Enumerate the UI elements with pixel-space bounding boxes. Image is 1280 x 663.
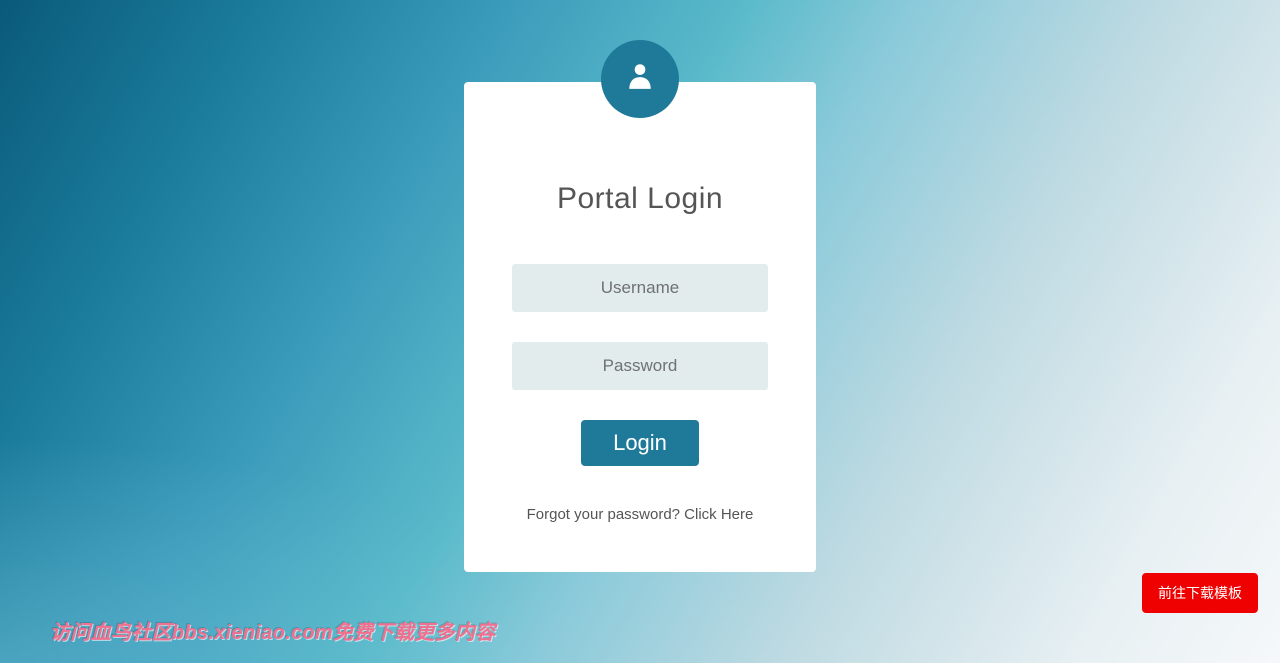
password-row [488, 342, 792, 390]
login-button[interactable]: Login [581, 420, 699, 466]
user-icon [627, 61, 653, 96]
page-title: Portal Login [488, 182, 792, 216]
download-template-button[interactable]: 前往下载模板 [1142, 573, 1258, 613]
username-row [488, 264, 792, 312]
login-card: Portal Login Login Forgot your password?… [464, 82, 816, 572]
username-input[interactable] [512, 264, 768, 312]
password-input[interactable] [512, 342, 768, 390]
page-wrapper: Portal Login Login Forgot your password?… [0, 0, 1280, 663]
forgot-password-link[interactable]: Forgot your password? Click Here [527, 506, 754, 523]
avatar-circle [601, 40, 679, 118]
